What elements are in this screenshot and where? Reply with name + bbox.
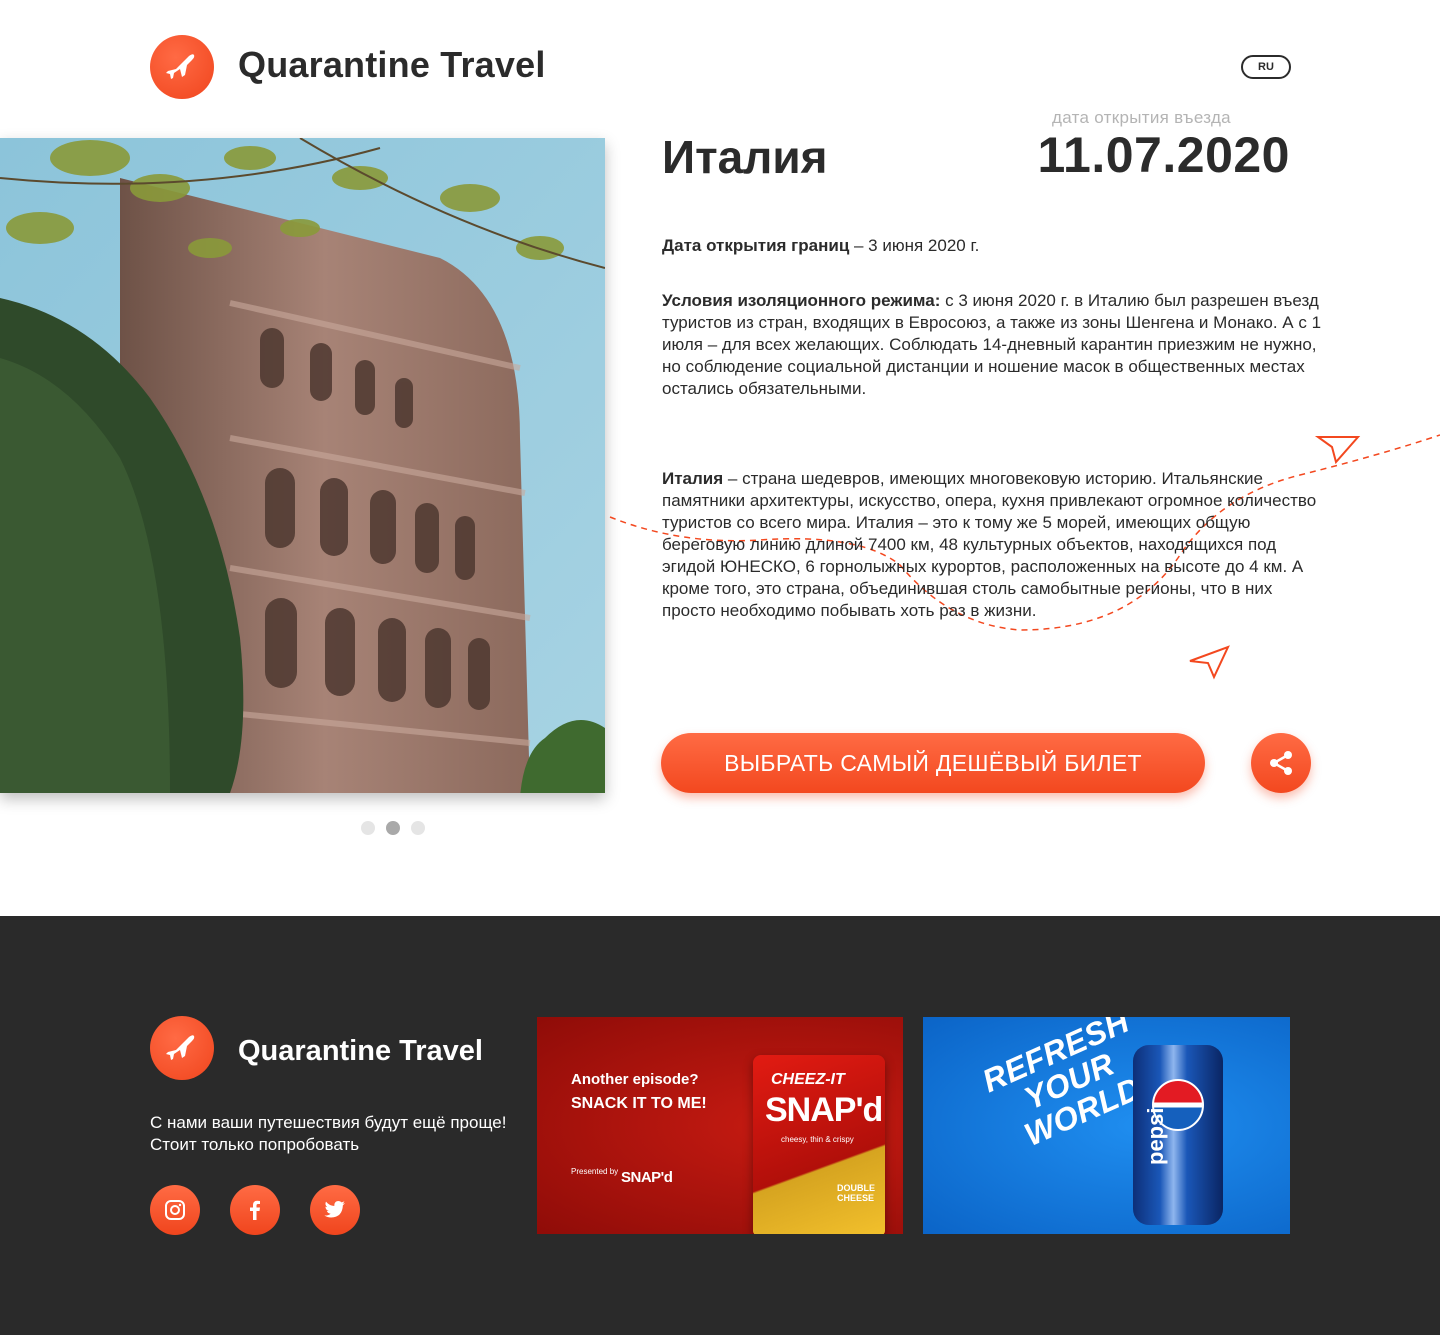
carousel-dot-2[interactable] xyxy=(386,821,400,835)
airplane-logo-icon[interactable] xyxy=(150,1016,214,1080)
bag-product: SNAP'd xyxy=(765,1091,883,1129)
paper-plane-icon xyxy=(1314,436,1361,465)
isolation-conditions-label: Условия изоляционного режима: xyxy=(662,291,941,310)
site-footer: Quarantine Travel С нами ваши путешестви… xyxy=(0,916,1440,1335)
pepsi-ad-banner[interactable]: REFRESH YOUR WORLD pepsi xyxy=(923,1017,1290,1234)
ad-cheezit-presented: Presented by xyxy=(571,1167,619,1176)
border-opening-value: – 3 июня 2020 г. xyxy=(849,236,980,255)
country-title: Италия xyxy=(662,131,828,183)
entry-date-caption: дата открытия въезда xyxy=(1052,108,1231,127)
footer-brand-name[interactable]: Quarantine Travel xyxy=(238,1035,483,1068)
facebook-button[interactable] xyxy=(230,1185,280,1235)
isolation-conditions-paragraph: Условия изоляционного режима: с 3 июня 2… xyxy=(662,290,1322,400)
airplane-logo-icon[interactable] xyxy=(150,35,214,99)
instagram-icon xyxy=(165,1200,185,1220)
entry-date: 11.07.2020 xyxy=(1037,127,1290,183)
twitter-button[interactable] xyxy=(310,1185,360,1235)
bag-flavor: DOUBLE CHEESE xyxy=(837,1183,875,1203)
carousel-dots xyxy=(361,821,425,835)
instagram-button[interactable] xyxy=(150,1185,200,1235)
country-description-value: – страна шедевров, имеющих многовековую … xyxy=(662,469,1317,620)
cheezit-bag-image: CHEEZ-IT SNAP'd cheesy, thin & crispy DO… xyxy=(753,1055,885,1234)
country-description-label: Италия xyxy=(662,469,724,488)
facebook-icon xyxy=(250,1200,260,1220)
ad-cheezit-slogan: SNACK IT TO ME! xyxy=(571,1095,707,1112)
ad-cheezit-brand-small: SNAP'd xyxy=(621,1169,673,1186)
cheapest-ticket-button[interactable]: ВЫБРАТЬ САМЫЙ ДЕШЁВЫЙ БИЛЕТ xyxy=(661,733,1205,793)
border-opening-label: Дата открытия границ xyxy=(662,236,850,255)
ad-cheezit-headline: Another episode? xyxy=(571,1071,699,1088)
border-opening-paragraph: Дата открытия границ – 3 июня 2020 г. xyxy=(662,235,1322,257)
brand-name[interactable]: Quarantine Travel xyxy=(238,44,546,86)
carousel-dot-3[interactable] xyxy=(411,821,425,835)
country-photo xyxy=(0,138,605,793)
pepsi-can-word: pepsi xyxy=(1143,1107,1168,1165)
bag-brand: CHEEZ-IT xyxy=(771,1071,845,1088)
cheezit-ad-banner[interactable]: Another episode? SNACK IT TO ME! Present… xyxy=(537,1017,903,1234)
share-icon xyxy=(1270,751,1292,775)
paper-plane-icon xyxy=(1189,645,1230,680)
bag-flavor-text: cheesy, thin & crispy xyxy=(781,1135,854,1144)
share-button[interactable] xyxy=(1251,733,1311,793)
carousel-dot-1[interactable] xyxy=(361,821,375,835)
footer-tagline: С нами ваши путешествия будут ещё проще!… xyxy=(150,1113,507,1154)
language-switch[interactable]: RU xyxy=(1241,55,1291,79)
twitter-icon xyxy=(324,1201,345,1218)
pepsi-can-image: pepsi xyxy=(1133,1045,1223,1225)
country-description-paragraph: Италия – страна шедевров, имеющих многов… xyxy=(662,468,1322,622)
